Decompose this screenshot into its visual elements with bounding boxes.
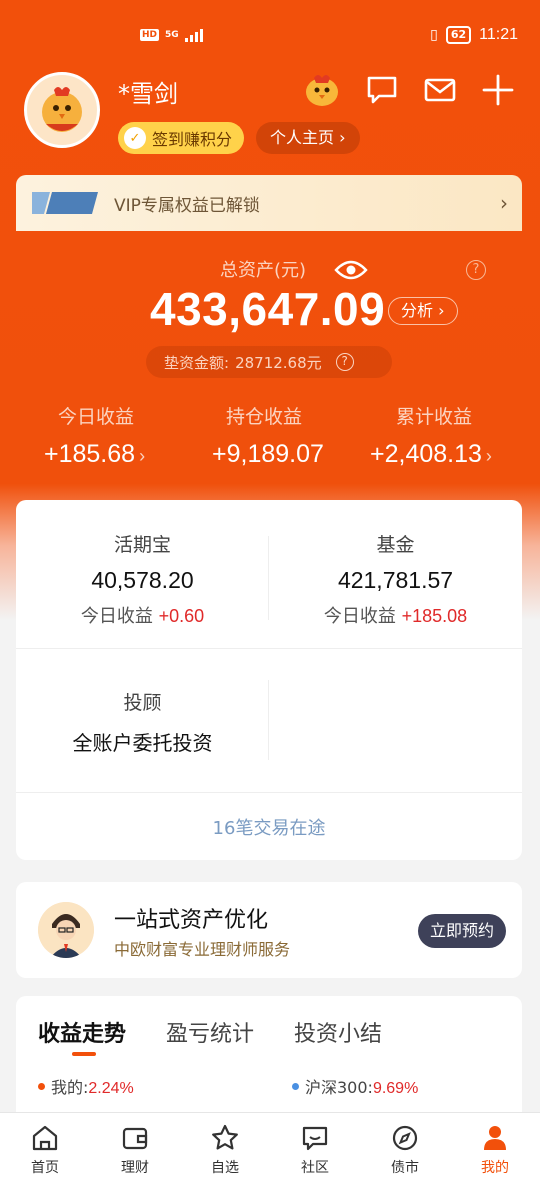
bottom-nav: 首页 理财 自选 社区 债市 我的 <box>0 1112 540 1188</box>
cumulative-income-label: 累计收益 <box>396 406 473 428</box>
avatar[interactable] <box>24 72 100 148</box>
legend-label: 我的: <box>51 1078 89 1097</box>
margin-value: 28712.68元 <box>235 353 322 372</box>
legend-mine: 我的:2.24% <box>38 1074 134 1098</box>
tab-investment-summary[interactable]: 投资小结 <box>294 1016 382 1048</box>
eye-icon[interactable] <box>334 256 368 284</box>
cumulative-income[interactable]: +2,408.13 › <box>370 440 492 469</box>
divider <box>268 680 269 760</box>
wallet-icon <box>122 1127 148 1150</box>
account-title: 投顾 <box>123 692 162 714</box>
book-now-button[interactable]: 立即预约 <box>418 914 507 948</box>
nav-community[interactable]: 社区 <box>270 1123 360 1177</box>
account-today-income: 今日收益 +185.08 <box>269 602 522 628</box>
account-sub-label: 今日收益 <box>80 606 153 627</box>
analyze-button[interactable]: 分析 › <box>388 297 458 325</box>
margin-amount[interactable]: 垫资金额: 28712.68元 ? <box>146 346 392 378</box>
hd-indicator: HD <box>140 29 160 41</box>
legend-csi300: 沪深300:9.69% <box>292 1074 418 1098</box>
tab-income-trend[interactable]: 收益走势 <box>38 1016 126 1048</box>
account-value: 全账户委托投资 <box>72 731 213 755</box>
battery-indicator: 62 <box>445 26 472 44</box>
plus-icon[interactable] <box>480 72 516 108</box>
profile-icon <box>484 1126 506 1150</box>
nav-label: 债市 <box>391 1160 419 1176</box>
account-sub-value: +0.60 <box>158 606 205 626</box>
cumulative-income-value: +2,408.13 <box>370 440 482 468</box>
today-income[interactable]: +185.68 › <box>44 440 145 469</box>
nav-label: 自选 <box>211 1160 239 1176</box>
network-indicator: 5G <box>165 29 179 40</box>
transactions-in-transit-link[interactable]: 16笔交易在途 <box>16 794 522 840</box>
today-income-label: 今日收益 <box>58 406 135 428</box>
account-value: 421,781.57 <box>337 567 454 593</box>
nav-mine[interactable]: 我的 <box>450 1123 540 1177</box>
divider <box>16 792 522 793</box>
nav-label: 理财 <box>121 1160 149 1176</box>
chevron-right-icon: › <box>485 446 492 466</box>
vip-arrow-icon: › <box>500 191 508 215</box>
account-title: 基金 <box>376 534 415 556</box>
holding-income-label: 持仓收益 <box>226 406 303 428</box>
vibrate-icon: ▯ <box>430 27 438 43</box>
margin-help-icon[interactable]: ? <box>335 353 354 371</box>
vip-banner[interactable]: VIP专属权益已解锁 › <box>16 175 522 231</box>
account-value: 40,578.20 <box>91 567 194 593</box>
nav-label: 首页 <box>31 1160 59 1176</box>
total-assets-value: 433,647.09 <box>150 283 386 335</box>
trend-card: 收益走势 盈亏统计 投资小结 我的:2.24% 沪深300:9.69% <box>16 996 522 1126</box>
signal-icon <box>184 28 203 42</box>
legend-label: 沪深300: <box>305 1078 373 1097</box>
nav-label: 我的 <box>481 1160 509 1176</box>
mail-icon[interactable] <box>422 72 458 108</box>
account-sub-value: +185.08 <box>401 606 468 626</box>
community-icon <box>302 1126 328 1151</box>
homepage-button[interactable]: 个人主页 › <box>256 122 360 154</box>
holding-income-value: +9,189.07 <box>212 440 324 468</box>
legend-value: 2.24% <box>88 1080 134 1097</box>
message-icon[interactable] <box>364 72 400 108</box>
account-fund[interactable]: 基金 421,781.57 今日收益 +185.08 <box>269 530 522 628</box>
nav-label: 社区 <box>301 1160 329 1176</box>
chevron-right-icon: › <box>139 446 146 466</box>
vip-level-badge-icon <box>32 192 98 214</box>
total-assets-label: 总资产(元) <box>220 260 307 281</box>
today-income-value: +185.68 <box>44 440 136 468</box>
signin-label: 签到赚积分 <box>152 130 233 149</box>
account-title: 活期宝 <box>113 534 171 556</box>
legend-value: 9.69% <box>372 1080 419 1097</box>
username[interactable]: *雪剑 <box>118 74 178 109</box>
nav-watchlist[interactable]: 自选 <box>180 1123 270 1177</box>
account-huoqibao[interactable]: 活期宝 40,578.20 今日收益 +0.60 <box>16 530 269 628</box>
holding-income[interactable]: +9,189.07 <box>212 440 324 469</box>
divider <box>16 648 522 649</box>
advisor-title: 一站式资产优化 <box>114 908 269 933</box>
active-tab-indicator <box>72 1052 96 1056</box>
home-icon <box>32 1125 58 1151</box>
nav-wealth[interactable]: 理财 <box>90 1123 180 1177</box>
help-icon[interactable]: ? <box>466 260 486 280</box>
margin-label: 垫资金额: <box>164 353 230 372</box>
mascot-icon[interactable] <box>302 70 342 108</box>
nav-home[interactable]: 首页 <box>0 1123 90 1177</box>
star-icon <box>212 1124 238 1150</box>
nav-bond-market[interactable]: 债市 <box>360 1123 450 1177</box>
transit-label: 16笔交易在途 <box>212 818 326 839</box>
signin-button[interactable]: ✓ 签到赚积分 <box>118 122 245 154</box>
legend-dot-icon <box>292 1082 299 1090</box>
account-sub-label: 今日收益 <box>323 606 396 627</box>
account-today-income: 今日收益 +0.60 <box>16 602 269 628</box>
checkin-icon: ✓ <box>124 127 146 149</box>
tab-profit-loss[interactable]: 盈亏统计 <box>166 1016 254 1048</box>
status-bar: HD 5G ▯ 62 11:21 <box>0 0 540 76</box>
clock: 11:21 <box>479 26 518 43</box>
advisor-card[interactable]: 一站式资产优化 中欧财富专业理财师服务 立即预约 <box>16 882 522 978</box>
advisor-subtitle: 中欧财富专业理财师服务 <box>114 940 291 959</box>
advisor-avatar-icon <box>38 902 94 958</box>
legend-dot-icon <box>38 1082 45 1090</box>
rooster-avatar-icon <box>42 87 82 132</box>
compass-icon <box>392 1125 418 1151</box>
vip-text: VIP专属权益已解锁 <box>114 195 260 216</box>
account-advisory[interactable]: 投顾 全账户委托投资 <box>16 688 269 756</box>
